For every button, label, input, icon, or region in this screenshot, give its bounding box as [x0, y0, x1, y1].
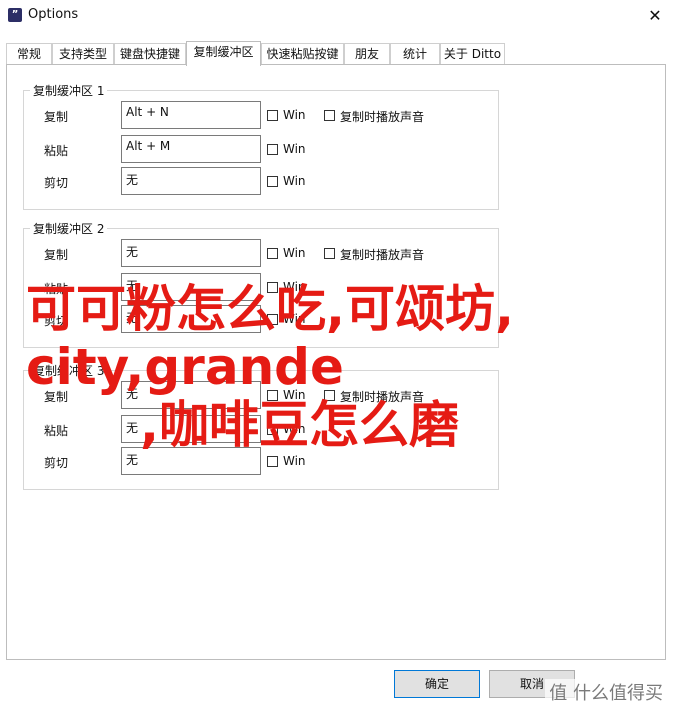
tab-keyboard-shortcuts[interactable]: 键盘快捷键	[114, 43, 186, 64]
copy-win-checkbox[interactable]	[267, 248, 278, 259]
row-label-copy: 复制	[44, 110, 69, 124]
title-bar: ” Options ✕	[0, 0, 675, 32]
ok-button[interactable]: 确定	[394, 670, 480, 698]
overlay-caption-line3: ,咖啡豆怎么磨	[140, 396, 459, 454]
overlay-caption-line1: 可可粉怎么吃,可颂坊,	[26, 280, 514, 338]
play-sound-checkbox[interactable]	[324, 248, 335, 259]
paste-hotkey-input[interactable]: Alt + M	[121, 135, 261, 163]
tab-stats[interactable]: 统计	[390, 43, 440, 64]
copy-win-label: Win	[283, 246, 306, 260]
cut-win-checkbox[interactable]	[267, 176, 278, 187]
paste-win-label: Win	[283, 142, 306, 156]
row-label-cut: 剪切	[44, 456, 69, 470]
cut-hotkey-input[interactable]: 无	[121, 167, 261, 195]
close-icon[interactable]: ✕	[643, 4, 667, 28]
row-label-paste: 粘贴	[44, 144, 69, 158]
copy-win-label: Win	[283, 108, 306, 122]
cut-win-label: Win	[283, 454, 306, 468]
row-label-copy: 复制	[44, 248, 69, 262]
copy-hotkey-input[interactable]: Alt + N	[121, 101, 261, 129]
play-sound-label: 复制时播放声音	[340, 248, 425, 262]
tab-friends[interactable]: 朋友	[344, 43, 390, 64]
copy-buffer-group-1: 复制缓冲区 1 复制 Alt + N Win 复制时播放声音 粘贴 Alt + …	[23, 82, 499, 210]
window-title: Options	[28, 7, 79, 22]
tab-general[interactable]: 常规	[6, 43, 52, 64]
tab-about-ditto[interactable]: 关于 Ditto	[440, 43, 505, 64]
paste-win-checkbox[interactable]	[267, 144, 278, 155]
cut-win-checkbox[interactable]	[267, 456, 278, 467]
tab-supported-types[interactable]: 支持类型	[52, 43, 114, 64]
ditto-app-icon: ”	[8, 8, 22, 22]
copy-win-checkbox[interactable]	[267, 110, 278, 121]
tab-copy-buffers[interactable]: 复制缓冲区	[186, 41, 261, 66]
play-sound-label: 复制时播放声音	[340, 110, 425, 124]
cut-win-label: Win	[283, 174, 306, 188]
copy-hotkey-input[interactable]: 无	[121, 239, 261, 267]
group-title: 复制缓冲区 1	[30, 82, 108, 99]
tab-quick-paste-keys[interactable]: 快速粘贴按键	[261, 43, 344, 64]
group-title: 复制缓冲区 2	[30, 220, 108, 237]
overlay-caption-line2: city,grande	[26, 338, 344, 396]
watermark: 值 什么值得买	[545, 679, 667, 705]
row-label-cut: 剪切	[44, 176, 69, 190]
play-sound-checkbox[interactable]	[324, 110, 335, 121]
row-label-paste: 粘贴	[44, 424, 69, 438]
